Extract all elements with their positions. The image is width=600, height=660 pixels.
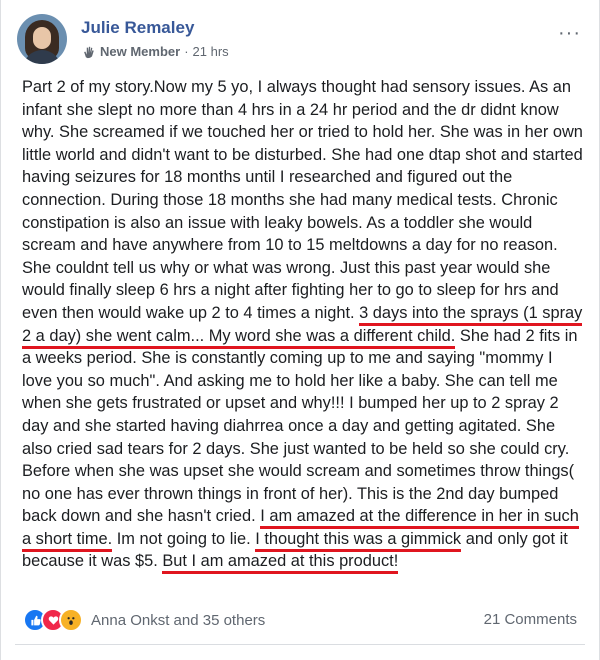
post-timestamp[interactable]: 21 hrs	[193, 44, 229, 59]
reactions-bar[interactable]: Anna Onkst and 35 others	[23, 608, 265, 632]
meta-separator: ·	[184, 44, 189, 59]
more-options-icon[interactable]: ···	[558, 22, 581, 45]
post-header: Julie Remaley New Member · 21 hrs ···	[17, 14, 587, 68]
wow-icon	[59, 608, 83, 632]
comments-count[interactable]: 21 Comments	[484, 611, 577, 628]
new-member-wave-icon	[84, 46, 94, 58]
avatar[interactable]	[17, 14, 67, 64]
body-text-2: She had 2 fits in a weeks period. She is…	[22, 326, 578, 526]
post-card: Julie Remaley New Member · 21 hrs ··· Pa…	[0, 0, 600, 660]
body-text-3: Im not going to lie.	[116, 529, 251, 548]
author-name[interactable]: Julie Remaley	[81, 18, 194, 38]
post-meta: New Member · 21 hrs	[81, 44, 229, 59]
underlined-text-4: But I am amazed at this product!	[162, 552, 399, 575]
body-text-1: Part 2 of my story.Now my 5 yo, I always…	[22, 78, 583, 322]
underlined-text-3: I thought this was a gimmick	[255, 529, 462, 552]
post-body: Part 2 of my story.Now my 5 yo, I always…	[22, 76, 586, 575]
reactors-text[interactable]: Anna Onkst and 35 others	[91, 612, 265, 629]
member-badge: New Member	[100, 44, 181, 59]
footer-divider	[15, 644, 585, 645]
